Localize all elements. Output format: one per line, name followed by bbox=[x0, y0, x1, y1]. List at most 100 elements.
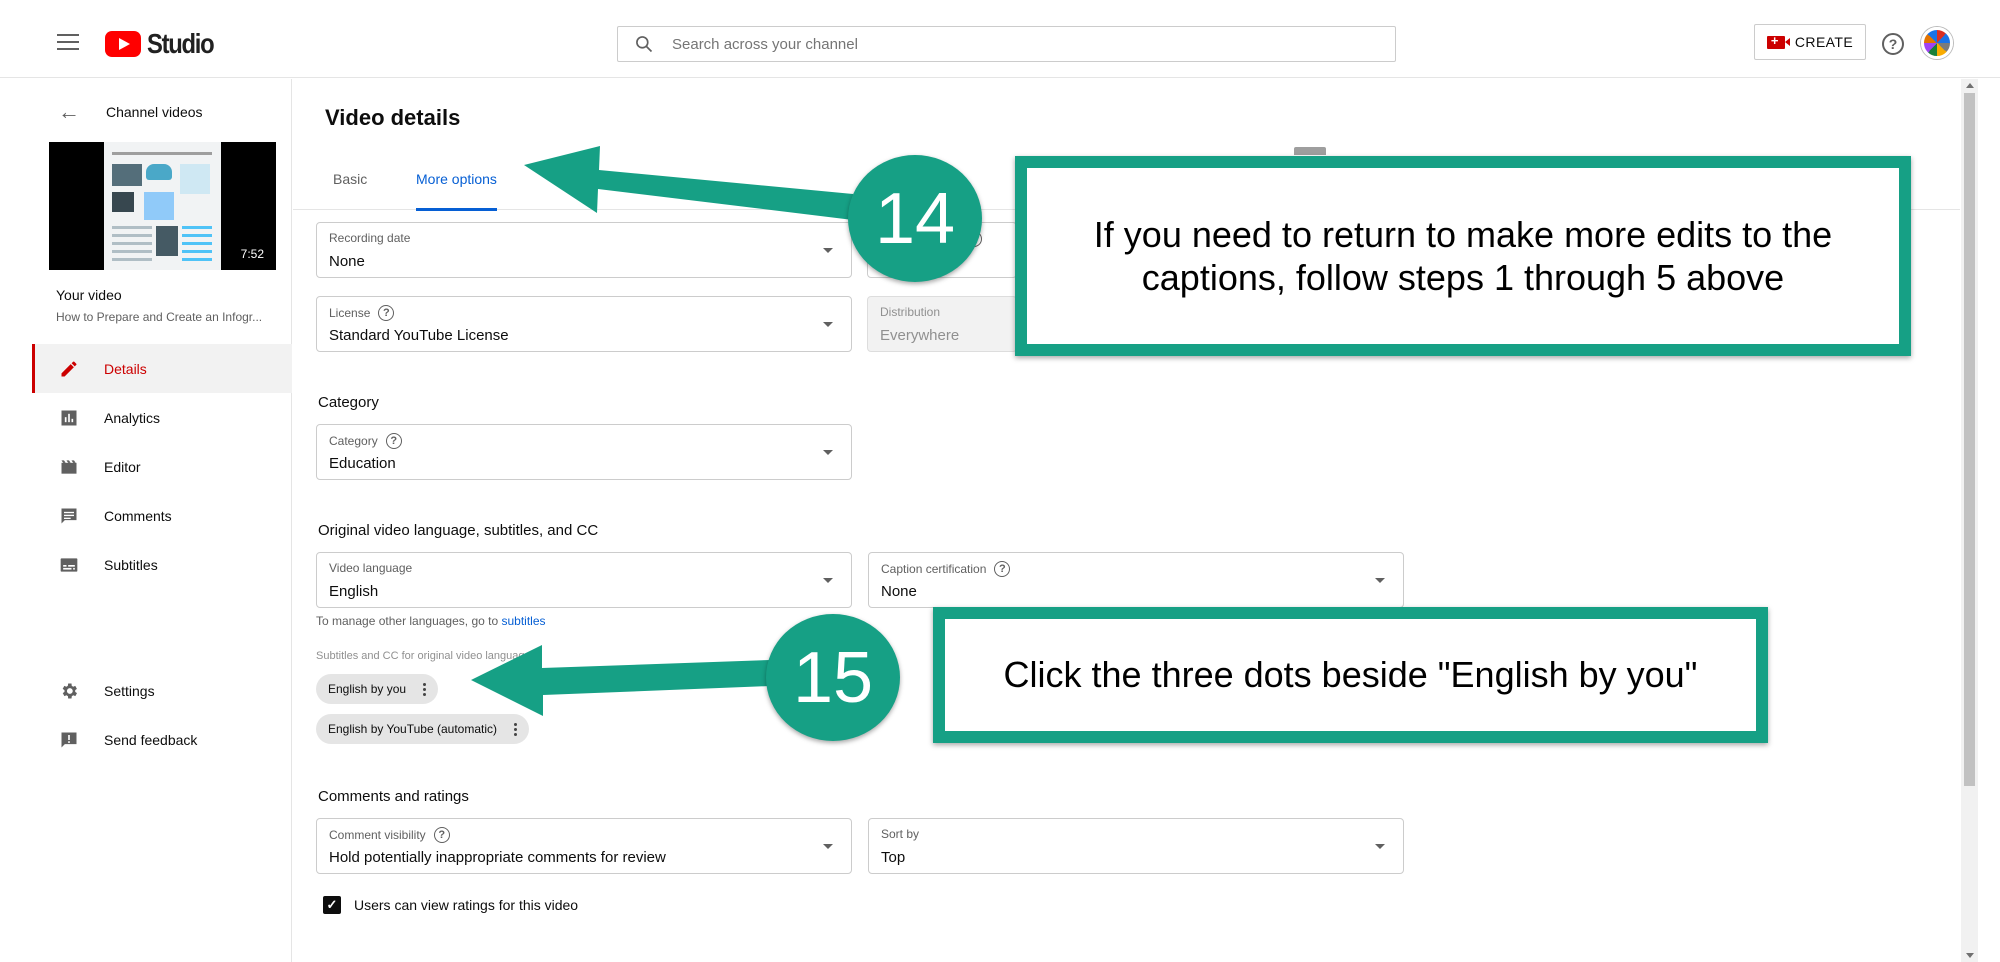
ratings-checkbox-row[interactable]: ✓ Users can view ratings for this video bbox=[323, 896, 578, 914]
search-input[interactable] bbox=[672, 35, 1272, 53]
subtitle-chip-english-automatic[interactable]: English by YouTube (automatic) bbox=[316, 714, 529, 744]
scroll-up-arrow-icon[interactable] bbox=[1966, 83, 1974, 88]
sidebar-item-label: Editor bbox=[104, 458, 141, 475]
chip-label: English by you bbox=[328, 682, 407, 696]
menu-icon[interactable] bbox=[57, 34, 79, 50]
dropdown-caret-icon bbox=[823, 844, 833, 849]
tab-basic[interactable]: Basic bbox=[333, 163, 367, 210]
dropdown-caret-icon bbox=[823, 578, 833, 583]
field-value: Hold potentially inappropriate comments … bbox=[329, 849, 666, 866]
section-title-comments: Comments and ratings bbox=[318, 788, 469, 805]
sort-by-select[interactable]: Sort by Top bbox=[868, 818, 1404, 874]
help-circle-icon[interactable]: ? bbox=[433, 827, 450, 843]
callout-text: If you need to return to make more edits… bbox=[1093, 213, 1833, 298]
sidebar-item-label: Details bbox=[104, 360, 147, 377]
thumbnail-infographic bbox=[104, 142, 221, 270]
field-label: Video language bbox=[329, 561, 413, 575]
recording-date-select[interactable]: Recording date None bbox=[316, 222, 852, 278]
field-value: Top bbox=[881, 849, 906, 866]
field-label: Sort by bbox=[881, 827, 920, 841]
comment-visibility-label: Comment visibility bbox=[329, 828, 426, 842]
subtitle-chip-english-by-you[interactable]: English by you bbox=[316, 674, 439, 704]
tab-more-options[interactable]: More options bbox=[416, 163, 497, 211]
section-title-language: Original video language, subtitles, and … bbox=[318, 522, 599, 539]
sidebar-item-analytics[interactable]: Analytics bbox=[32, 393, 292, 442]
field-value: None bbox=[881, 583, 917, 600]
back-to-channel-videos[interactable]: ← Channel videos bbox=[32, 97, 292, 127]
pencil-icon bbox=[58, 358, 80, 380]
more-options-icon[interactable] bbox=[505, 718, 525, 740]
category-select[interactable]: Category? Education bbox=[316, 424, 852, 480]
sidebar-item-label: Analytics bbox=[104, 409, 161, 426]
comment-visibility-select[interactable]: Comment visibility? Hold potentially ina… bbox=[316, 818, 852, 874]
create-button[interactable]: CREATE bbox=[1754, 24, 1866, 60]
your-video-heading: Your video bbox=[56, 287, 122, 303]
video-language-select[interactable]: Video language English bbox=[316, 552, 852, 608]
back-label: Channel videos bbox=[106, 104, 203, 120]
sidebar-item-label: Send feedback bbox=[104, 731, 198, 748]
field-value: Standard YouTube License bbox=[329, 327, 509, 344]
feedback-icon bbox=[58, 729, 80, 751]
dropdown-caret-icon bbox=[823, 248, 833, 253]
video-duration: 7:52 bbox=[236, 246, 268, 262]
sidebar-item-label: Subtitles bbox=[104, 556, 158, 573]
back-arrow-icon: ← bbox=[58, 99, 80, 124]
sidebar-item-settings[interactable]: Settings bbox=[32, 666, 292, 715]
annotation-callout-return: If you need to return to make more edits… bbox=[1015, 156, 1911, 356]
license-select[interactable]: License? Standard YouTube License bbox=[316, 296, 852, 352]
youtube-play-icon bbox=[105, 31, 141, 57]
field-value: None bbox=[329, 253, 365, 270]
subtitles-cc-label: Subtitles and CC for original video lang… bbox=[316, 650, 531, 662]
create-label: CREATE bbox=[1794, 34, 1854, 50]
checkbox-checked-icon[interactable]: ✓ bbox=[323, 896, 341, 914]
chip-label: English by YouTube (automatic) bbox=[328, 722, 497, 736]
sidebar: ← Channel videos 7:52 Your video How to … bbox=[32, 79, 292, 962]
dropdown-caret-icon bbox=[823, 322, 833, 327]
sidebar-nav: Details Analytics Editor Comments Subtit… bbox=[32, 344, 292, 589]
step-badge-14: 14 bbox=[848, 155, 982, 282]
category-label: Category bbox=[329, 434, 378, 448]
avatar[interactable] bbox=[1921, 27, 1953, 59]
caption-certification-select[interactable]: Caption certification? None bbox=[868, 552, 1404, 608]
create-video-icon bbox=[1766, 33, 1790, 49]
sidebar-item-send-feedback[interactable]: Send feedback bbox=[32, 715, 292, 764]
scrollbar-thumb[interactable] bbox=[1964, 93, 1975, 786]
sidebar-item-label: Comments bbox=[104, 507, 172, 524]
field-label: Recording date bbox=[329, 231, 411, 245]
subtitles-link[interactable]: subtitles bbox=[501, 614, 545, 628]
video-title: How to Prepare and Create an Infogr... bbox=[56, 310, 263, 324]
field-value: Everywhere bbox=[880, 327, 960, 344]
search-box[interactable] bbox=[617, 26, 1396, 62]
more-options-icon[interactable] bbox=[414, 678, 434, 700]
field-label: License? bbox=[329, 305, 395, 321]
editor-icon bbox=[58, 456, 80, 478]
search-icon bbox=[636, 36, 653, 53]
sidebar-item-editor[interactable]: Editor bbox=[32, 442, 292, 491]
section-title-category: Category bbox=[318, 394, 379, 411]
field-label: Category? bbox=[329, 433, 402, 449]
help-circle-icon[interactable]: ? bbox=[385, 433, 402, 449]
help-icon[interactable]: ? bbox=[1882, 33, 1904, 55]
comments-icon bbox=[58, 505, 80, 527]
vertical-scrollbar[interactable] bbox=[1961, 79, 1978, 962]
subtitles-icon bbox=[58, 554, 80, 576]
sidebar-item-details[interactable]: Details bbox=[32, 344, 292, 393]
sidebar-item-comments[interactable]: Comments bbox=[32, 491, 292, 540]
page-title: Video details bbox=[325, 105, 461, 130]
help-circle-icon[interactable]: ? bbox=[378, 305, 395, 321]
video-thumbnail[interactable]: 7:52 bbox=[49, 142, 276, 270]
distribution-select: Distribution Everywhere bbox=[867, 296, 1017, 352]
help-circle-icon[interactable]: ? bbox=[994, 561, 1011, 577]
sidebar-item-subtitles[interactable]: Subtitles bbox=[32, 540, 292, 589]
callout-text: Click the three dots beside "English by … bbox=[1003, 654, 1698, 696]
field-label: Comment visibility? bbox=[329, 827, 450, 843]
annotation-callout-three-dots: Click the three dots beside "English by … bbox=[933, 607, 1768, 743]
sidebar-bottom-nav: Settings Send feedback bbox=[32, 666, 292, 764]
sidebar-item-label: Settings bbox=[104, 682, 155, 699]
manage-languages-helper: To manage other languages, go to subtitl… bbox=[316, 614, 546, 628]
field-value: Education bbox=[329, 455, 396, 472]
scroll-down-arrow-icon[interactable] bbox=[1966, 953, 1974, 958]
studio-logo[interactable]: Studio bbox=[105, 28, 225, 60]
analytics-icon bbox=[58, 407, 80, 429]
caption-certification-label: Caption certification bbox=[881, 562, 987, 576]
